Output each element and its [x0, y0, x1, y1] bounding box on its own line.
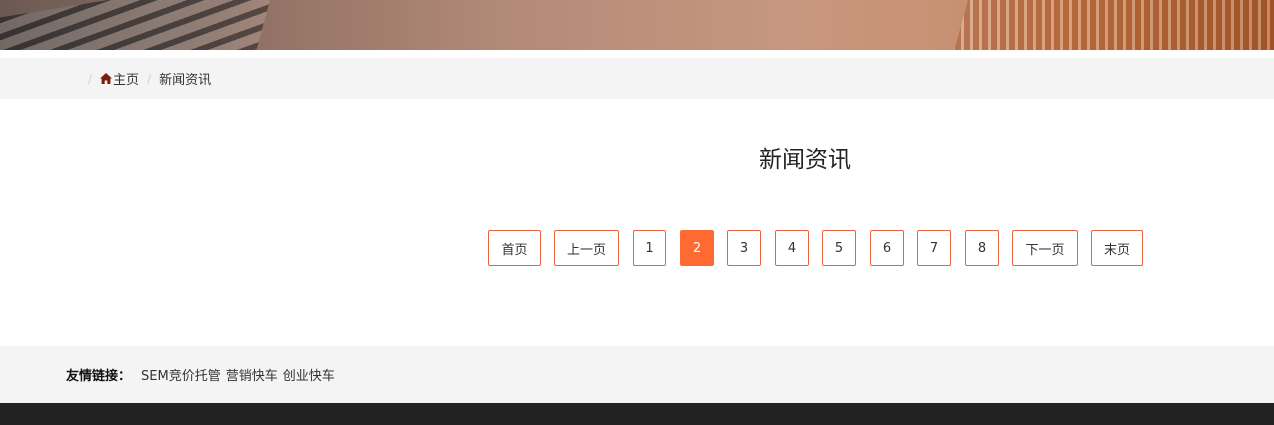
friend-links-label: 友情链接：	[66, 369, 132, 384]
building-left-graphic	[0, 0, 270, 50]
site-footer	[0, 403, 1274, 425]
header-banner-image	[0, 0, 1274, 50]
pagination-page-8[interactable]: 8	[965, 230, 999, 266]
pagination-next-button[interactable]: 下一页	[1012, 230, 1078, 266]
pagination-page-6[interactable]: 6	[870, 230, 904, 266]
pagination-page-3[interactable]: 3	[727, 230, 761, 266]
pagination-prev-button[interactable]: 上一页	[554, 230, 619, 266]
breadcrumb-separator: /	[88, 71, 93, 86]
breadcrumb-separator: /	[147, 71, 152, 86]
home-icon	[100, 73, 113, 84]
friend-link-marketing[interactable]: 营销快车	[226, 365, 278, 384]
page-title: 新闻资讯	[759, 147, 851, 173]
pagination-first-button[interactable]: 首页	[488, 230, 541, 266]
pagination-page-4[interactable]: 4	[775, 230, 809, 266]
breadcrumb-bar: / 主页 / 新闻资讯	[0, 58, 1274, 99]
breadcrumb-current: 新闻资讯	[159, 73, 212, 88]
pagination-page-5[interactable]: 5	[822, 230, 856, 266]
breadcrumb: / 主页 / 新闻资讯	[88, 58, 211, 99]
pagination-last-button[interactable]: 末页	[1091, 230, 1143, 266]
pagination-page-7[interactable]: 7	[917, 230, 951, 266]
pagination-page-2-current[interactable]: 2	[680, 230, 714, 266]
friend-link-sem[interactable]: SEM竞价托管	[141, 365, 221, 384]
banner-divider	[0, 50, 1274, 58]
friend-links: 友情链接： SEM竞价托管 营销快车 创业快车	[66, 346, 340, 403]
breadcrumb-home-link[interactable]: 主页	[100, 69, 139, 88]
friend-link-startup[interactable]: 创业快车	[283, 365, 335, 384]
pagination-page-1[interactable]: 1	[633, 230, 666, 266]
breadcrumb-home-label: 主页	[113, 73, 140, 88]
friend-links-bar: 友情链接： SEM竞价托管 营销快车 创业快车	[0, 346, 1274, 403]
building-right-graphic	[954, 0, 1274, 50]
